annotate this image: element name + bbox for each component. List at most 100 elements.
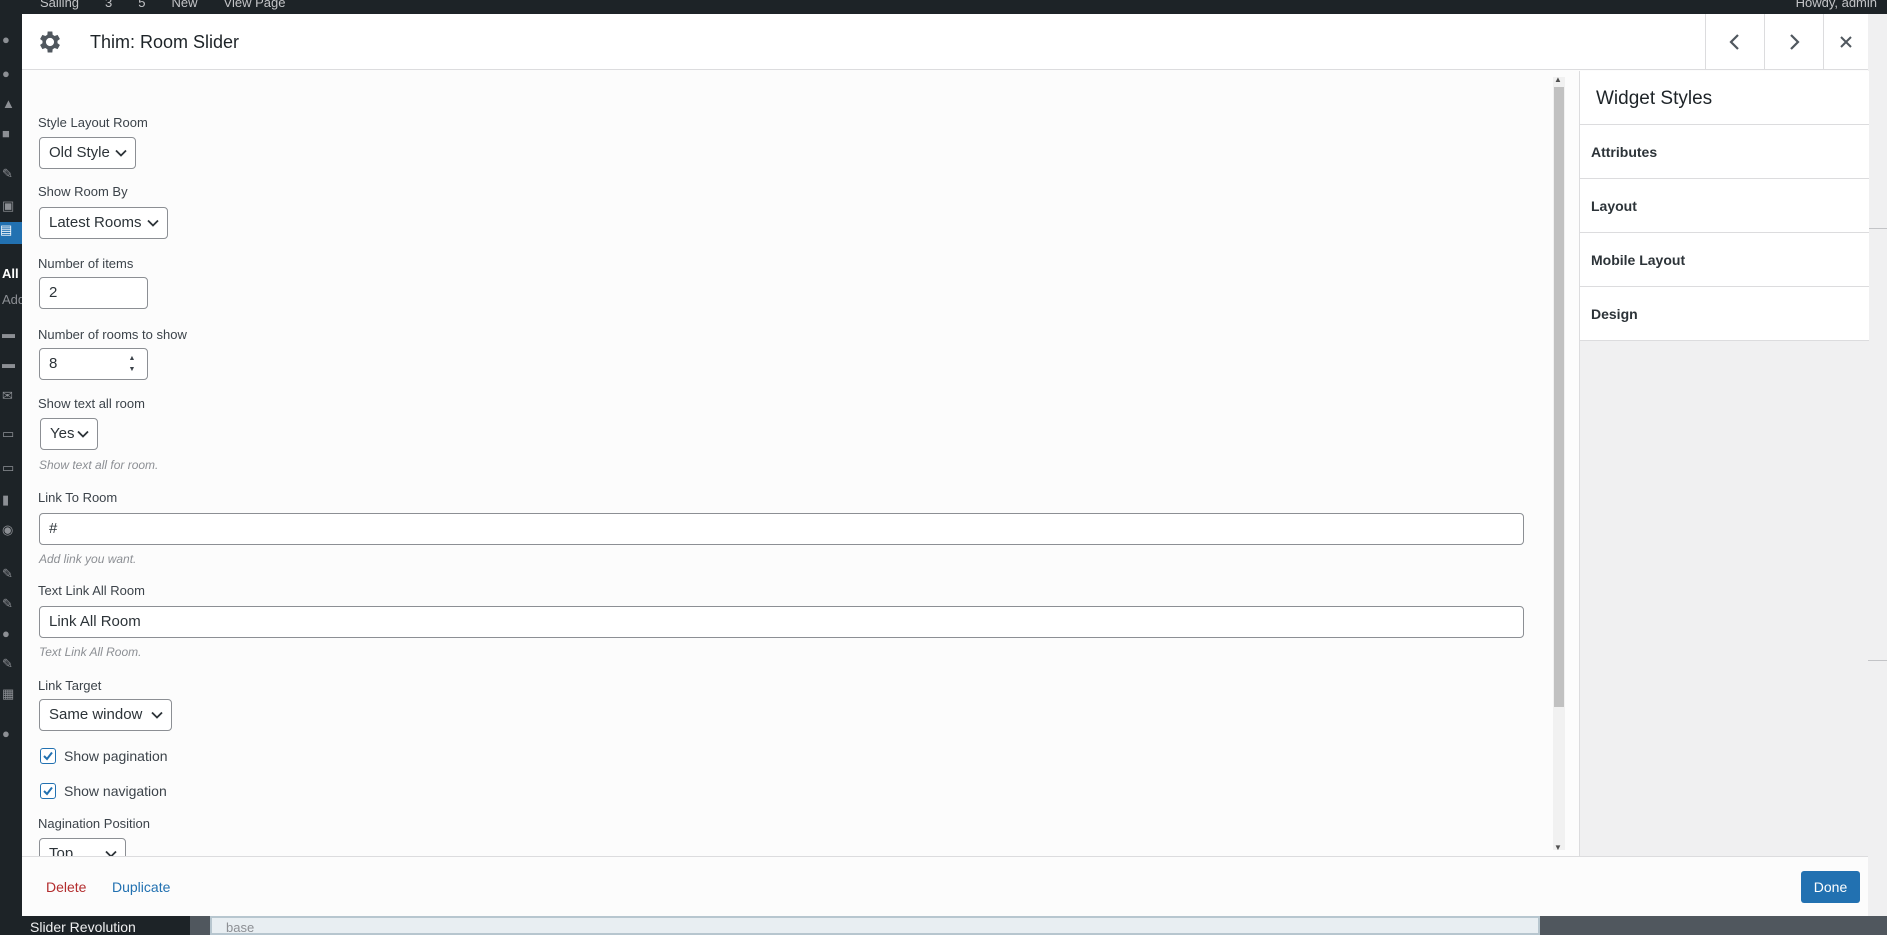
rooms-to-show-input[interactable]: 8 ▲ ▼ (39, 348, 148, 380)
pin-icon[interactable]: ✎ (2, 166, 18, 182)
widget-styles-title: Widget Styles (1580, 71, 1869, 125)
media-icon[interactable]: ▣ (2, 198, 18, 214)
analytics-icon[interactable]: ▮ (2, 492, 18, 508)
background-base-field: base (210, 916, 1540, 935)
new-link[interactable]: New (172, 0, 198, 10)
home-icon[interactable]: ▲ (2, 96, 18, 112)
rooms-to-show-value: 8 (49, 355, 58, 372)
updates-count[interactable]: 3 (105, 0, 112, 10)
howdy-account-link[interactable]: Howdy, admin (1796, 0, 1877, 10)
chevron-right-icon (1790, 33, 1800, 50)
slider-revolution-menu-item[interactable]: Slider Revolution (0, 916, 190, 935)
menu-all-label[interactable]: All (2, 266, 19, 282)
view-page-link[interactable]: View Page (224, 0, 286, 10)
scrollbar-thumb[interactable] (1554, 87, 1564, 707)
checkmark-icon (43, 751, 53, 761)
show-room-by-label: Show Room By (38, 184, 128, 199)
chevron-down-icon (105, 850, 117, 856)
link-target-label: Link Target (38, 678, 102, 693)
show-pagination-checkbox[interactable] (40, 748, 56, 764)
gear-icon (36, 28, 64, 56)
products-icon[interactable]: ▭ (2, 460, 18, 476)
delete-link[interactable]: Delete (46, 879, 86, 895)
comments-count[interactable]: 5 (138, 0, 145, 10)
settings-icon[interactable]: ▦ (2, 686, 18, 702)
chevron-down-icon (77, 430, 89, 438)
appearance-icon[interactable]: ✎ (2, 566, 18, 582)
close-icon (1840, 35, 1852, 48)
number-of-items-value: 2 (49, 284, 58, 301)
woocommerce-icon[interactable]: ▭ (2, 426, 18, 442)
navigation-position-label: Nagination Position (38, 816, 151, 831)
previous-button[interactable] (1705, 14, 1764, 69)
site-name-link[interactable]: Sailing (40, 0, 79, 10)
form-scrollbar[interactable]: ▲ ▼ (1545, 71, 1579, 856)
show-room-by-value: Latest Rooms (49, 214, 142, 231)
divider (1868, 228, 1887, 229)
link-to-room-label: Link To Room (38, 490, 118, 505)
menu-add-label[interactable]: Add (2, 292, 25, 308)
sidebar-item-design[interactable]: Design (1580, 287, 1869, 341)
chevron-left-icon (1729, 33, 1739, 50)
link-to-room-description: Add link you want. (39, 552, 137, 566)
scroll-down-arrow-icon[interactable]: ▼ (1554, 843, 1562, 852)
show-navigation-checkbox[interactable] (40, 783, 56, 799)
widget-styles-sidebar: Widget Styles Attributes Layout Mobile L… (1579, 71, 1869, 856)
plugins-icon[interactable]: ✎ (2, 596, 18, 612)
chevron-down-icon (115, 149, 127, 157)
rooms-to-show-label: Number of rooms to show (38, 327, 187, 342)
show-room-by-select[interactable]: Latest Rooms (39, 207, 168, 239)
close-button[interactable] (1823, 14, 1868, 69)
navigation-position-value: Top (49, 845, 74, 856)
dialog-title: Thim: Room Slider (90, 32, 240, 52)
link-target-value: Same window (49, 706, 143, 723)
style-layout-value: Old Style (49, 144, 110, 161)
text-link-all-value: Link All Room (49, 613, 141, 630)
mail-icon[interactable]: ✉ (2, 388, 18, 404)
widget-edit-dialog: Thim: Room Slider Style Layout Room Old … (22, 14, 1869, 916)
sidebar-item-mobile-layout[interactable]: Mobile Layout (1580, 233, 1869, 287)
navigation-position-select[interactable]: Top (39, 838, 126, 856)
pages-icon[interactable]: ▤ (0, 222, 22, 244)
text-link-all-input[interactable]: Link All Room (39, 606, 1524, 638)
done-button[interactable]: Done (1801, 871, 1860, 903)
show-text-all-select[interactable]: Yes (40, 418, 98, 450)
dialog-header: Thim: Room Slider (22, 14, 1868, 70)
dashboard-icon[interactable]: ● (2, 32, 18, 48)
users-icon[interactable]: ● (2, 626, 18, 642)
show-pagination-label[interactable]: Show pagination (64, 748, 168, 764)
dialog-footer: Delete Duplicate Done (22, 856, 1868, 916)
background-page-edge (1868, 14, 1887, 916)
next-button[interactable] (1764, 14, 1823, 69)
link-to-room-value: # (49, 520, 58, 537)
show-text-all-label: Show text all room (38, 396, 145, 411)
chevron-down-icon (147, 219, 159, 227)
calendar-icon[interactable]: ■ (2, 126, 18, 142)
widget-form: Style Layout Room Old Style Show Room By… (22, 71, 1545, 856)
number-of-items-label: Number of items (38, 256, 134, 271)
show-text-all-value: Yes (50, 425, 75, 442)
admin-side-menu: ● ● ▲ ■ ✎ ▣ ▤ All Add ▬ ▬ ✉ ▭ ▭ ▮ ◉ ✎ ✎ … (0, 14, 25, 935)
chevron-down-icon (151, 711, 163, 719)
divider (1868, 660, 1887, 661)
background-bottom-strip: Slider Revolution base (0, 916, 1887, 935)
sidebar-item-layout[interactable]: Layout (1580, 179, 1869, 233)
tools-icon[interactable]: ✎ (2, 656, 18, 672)
marketing-icon[interactable]: ◉ (2, 522, 18, 538)
number-stepper[interactable]: ▲ ▼ (127, 353, 137, 375)
scroll-up-arrow-icon[interactable]: ▲ (1554, 75, 1562, 84)
number-of-items-input[interactable]: 2 (39, 277, 148, 309)
theme-icon[interactable]: ● (2, 66, 18, 82)
style-layout-select[interactable]: Old Style (39, 137, 136, 169)
admin-bar: Sailing 3 5 New View Page Howdy, admin (0, 0, 1887, 14)
feedback-icon[interactable]: ▬ (2, 356, 18, 372)
comments-icon[interactable]: ▬ (2, 326, 18, 342)
duplicate-link[interactable]: Duplicate (112, 879, 170, 895)
link-to-room-input[interactable]: # (39, 513, 1524, 545)
text-link-all-description: Text Link All Room. (39, 645, 142, 659)
style-layout-label: Style Layout Room (38, 115, 148, 130)
link-target-select[interactable]: Same window (39, 699, 172, 731)
sidebar-item-attributes[interactable]: Attributes (1580, 125, 1869, 179)
wordpress-icon[interactable]: ● (2, 726, 18, 742)
show-navigation-label[interactable]: Show navigation (64, 783, 167, 799)
